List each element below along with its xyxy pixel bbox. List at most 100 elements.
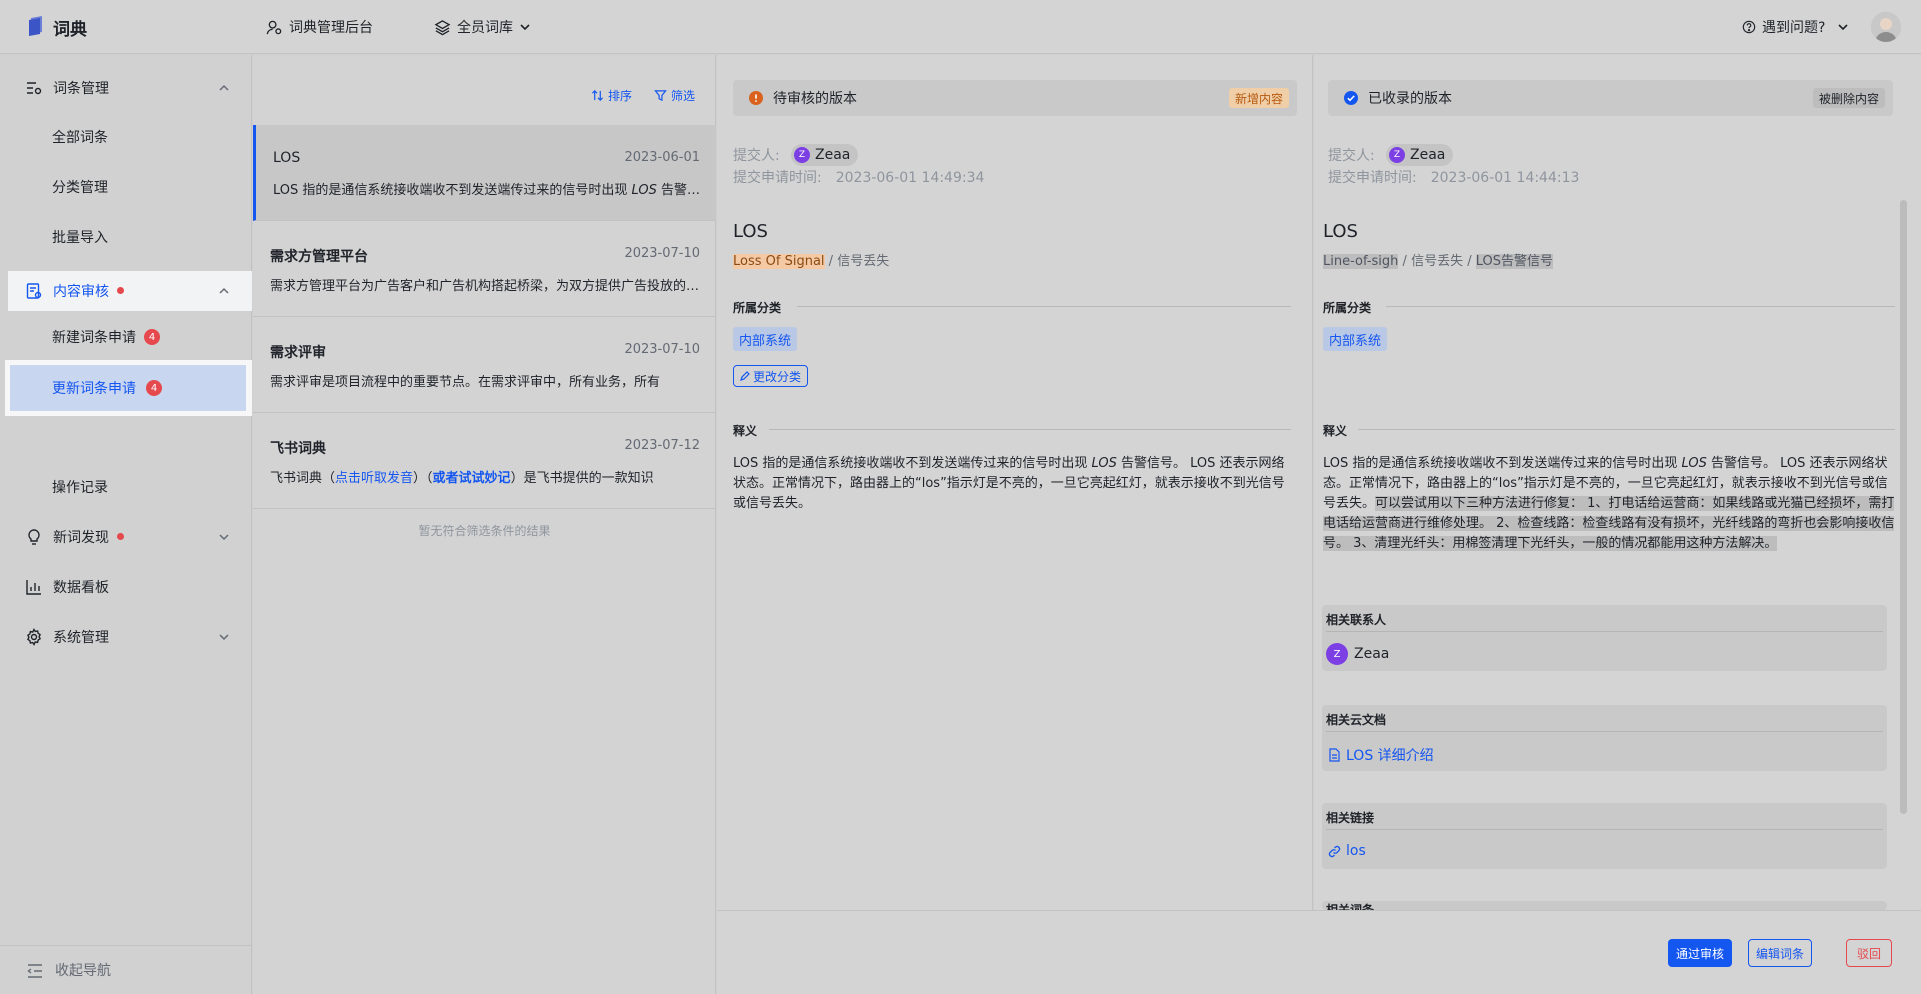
count-badge: 4 [146,380,162,396]
edit-entry-button[interactable]: 编辑词条 [1748,939,1812,967]
library-selector[interactable]: 全员词库 [434,17,531,37]
category-heading: 所属分类 [1323,301,1372,315]
nav-category-management[interactable]: 分类管理 [8,165,244,209]
nav-batch-import[interactable]: 批量导入 [8,215,244,259]
accepted-version-title: 已收录的版本 [1368,91,1452,107]
question-circle-icon [1742,20,1756,34]
pending-version-panel: 待审核的版本 新增内容 提交人: Z Zeaa 提交申请时间: 2023-06-0… [717,55,1313,910]
list-item[interactable]: 需求评审 2023-07-10 需求评审是项目流程中的重要节点。在需求评审中，所… [253,317,716,413]
related-links-box: 相关链接 los [1322,803,1887,869]
unread-dot [117,533,124,540]
category-heading: 所属分类 [733,301,782,315]
check-circle-icon [1344,91,1358,105]
list-settings-icon [27,82,42,95]
submitter-label: 提交人: [1328,148,1375,164]
pronunciation-link[interactable]: 点击听取发音 [335,471,413,486]
pending-version-title: 待审核的版本 [773,91,857,107]
empty-result-text: 暂无符合筛选条件的结果 [418,524,551,538]
submitter-label: 提交人: [733,148,780,164]
nav-operation-log[interactable]: 操作记录 [8,465,244,509]
docs-heading: 相关云文档 [1326,713,1387,727]
list-item[interactable]: 飞书词典 2023-07-12 飞书词典（点击听取发音）（或者试试妙记）是飞书提… [253,413,716,509]
nav-new-word-discovery[interactable]: 新词发现 [8,517,252,557]
avatar: Z [794,147,810,163]
nav-content-review[interactable]: 内容审核 [8,271,252,311]
document-icon [1329,748,1340,762]
chevron-down-icon [1838,24,1849,31]
divider [769,429,1291,430]
list-item[interactable]: LOS 2023-06-01 LOS 指的是通信系统接收端收不到发送端传过来的信… [253,125,716,221]
sort-icon [591,90,604,101]
admin-console-link[interactable]: 词典管理后台 [266,17,373,37]
definition-text: LOS 指的是通信系统接收端收不到发送端传过来的信号时出现 LOS 告警信号。 … [1323,456,1895,551]
dictionary-logo-icon [29,16,42,36]
nav-system-management[interactable]: 系统管理 [8,617,252,657]
collapse-nav-button[interactable]: 收起导航 [0,945,252,994]
bar-chart-icon [26,580,41,595]
filter-icon [654,90,667,102]
list-toolbar: 排序 筛选 [591,87,695,104]
edit-category-button[interactable]: 更改分类 [733,365,809,387]
user-settings-icon [266,20,282,34]
submitter-chip[interactable]: Z Zeaa [791,144,859,166]
accepted-version-header: 已收录的版本 被删除内容 [1328,80,1893,116]
scrollbar[interactable] [1900,200,1907,814]
related-docs-box: 相关云文档 LOS 详细介绍 [1322,705,1887,771]
chevron-up-icon [219,287,229,294]
avatar: Z [1326,643,1348,665]
unread-dot [117,287,124,294]
entry-word: LOS [1323,221,1358,242]
sort-button[interactable]: 排序 [591,87,632,104]
request-list-panel: 排序 筛选 LOS 2023-06-01 LOS 指的是通信系统接收端收不到发送… [253,55,716,994]
avatar-photo-icon [1871,12,1901,42]
pending-version-header: 待审核的版本 新增内容 [733,80,1297,116]
divider [1358,429,1895,430]
user-avatar[interactable] [1871,12,1901,42]
submitter-chip[interactable]: Z Zeaa [1386,144,1454,166]
nav-new-entry-requests[interactable]: 新建词条申请 4 [8,315,244,359]
help-menu[interactable]: 遇到问题? [1742,17,1849,37]
count-badge: 4 [144,329,160,345]
edit-icon [740,371,750,381]
accepted-version-panel: 已收录的版本 被删除内容 提交人: Z Zeaa 提交申请时间: 2023-06-… [1314,55,1921,910]
submit-time: 提交申请时间: 2023-06-01 14:49:34 [733,170,985,186]
related-entries-box: 相关词条 [1322,901,1887,910]
chevron-down-icon [520,24,530,31]
chevron-down-icon [219,634,229,641]
nav-dashboard[interactable]: 数据看板 [8,567,252,607]
document-review-icon [26,283,42,299]
help-label: 遇到问题? [1762,20,1826,36]
admin-console-label: 词典管理后台 [289,20,373,36]
nav-update-entry-requests[interactable]: 更新词条申请 4 [10,365,246,411]
top-bar: 词典 词典管理后台 全员词库 遇到问题? [0,0,1921,54]
deleted-definition-text: 可以尝试用以下三种方法进行修复： 1、打电话给运营商：如果线路或光猫已经损坏，需… [1323,496,1895,551]
nav-all-entries[interactable]: 全部词条 [8,115,244,159]
collapse-nav-icon [27,964,42,978]
warning-icon [749,91,763,105]
related-url-link[interactable]: los [1328,843,1366,859]
related-doc-link[interactable]: LOS 详细介绍 [1328,745,1434,765]
definition-heading: 释义 [733,424,758,438]
related-entries-heading: 相关词条 [1326,903,1375,910]
category-tag: 内部系统 [1323,327,1388,351]
library-label: 全员词库 [457,20,513,36]
minutes-link[interactable]: 或者试试妙记 [433,471,511,486]
reject-button[interactable]: 驳回 [1846,939,1892,967]
approve-button[interactable]: 通过审核 [1668,939,1732,967]
avatar: Z [1389,147,1405,163]
contact-chip[interactable]: Z Zeaa [1326,643,1389,665]
divider [1386,306,1895,307]
filter-button[interactable]: 筛选 [654,87,695,104]
link-icon [1328,845,1341,857]
nav-entry-management[interactable]: 词条管理 [8,68,252,108]
chevron-up-icon [219,84,229,91]
submit-time: 提交申请时间: 2023-06-01 14:44:13 [1328,170,1580,186]
lightbulb-icon [28,529,40,545]
review-actions-bar: 通过审核 编辑词条 驳回 [717,910,1921,994]
category-tag: 内部系统 [733,327,798,351]
chevron-down-icon [219,534,229,541]
collapse-nav-label: 收起导航 [55,963,111,979]
list-item[interactable]: 需求方管理平台 2023-07-10 需求方管理平台为广告客户和广告机构搭起桥梁… [253,221,716,317]
layers-icon [434,19,451,35]
sidebar: 词条管理 全部词条 分类管理 批量导入 内容审核 新建词条申请 4 操作记录 新… [0,55,252,994]
